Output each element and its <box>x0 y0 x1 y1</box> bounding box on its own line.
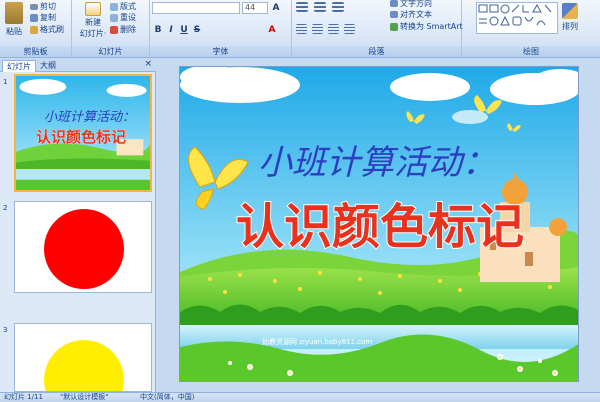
delete-slide-button[interactable]: 删除 <box>110 24 136 35</box>
close-panel-icon[interactable]: × <box>144 59 152 69</box>
justify-icon <box>344 24 355 34</box>
align-buttons[interactable] <box>296 24 355 34</box>
font-color-button[interactable]: A <box>266 24 278 36</box>
layout-label: 版式 <box>120 2 136 11</box>
bold-button[interactable]: B <box>152 24 164 36</box>
scissors-icon <box>30 3 38 10</box>
bullets-button[interactable] <box>296 2 344 12</box>
clipboard-group: 粘贴 剪切 复制 格式刷 剪贴板 <box>0 0 72 58</box>
slide-title-line1[interactable]: 小班计算活动： <box>258 135 496 184</box>
align-right-icon <box>328 24 339 34</box>
reset-label: 重设 <box>120 13 136 22</box>
align-center-icon <box>312 24 323 34</box>
copy-label: 复制 <box>40 13 56 22</box>
thumb-title1: 小班计算活动： <box>44 110 136 125</box>
reset-icon <box>110 13 118 22</box>
cut-button[interactable]: 剪切 <box>30 1 56 12</box>
arrange-label: 排列 <box>562 22 578 31</box>
new-slide-label: 新建 <box>85 18 101 27</box>
italic-button[interactable]: I <box>165 24 177 36</box>
indent-icon <box>332 2 344 12</box>
red-circle <box>44 209 124 289</box>
slide-title-line2[interactable]: 认识颜色标记 <box>235 187 525 257</box>
shapes-gallery[interactable] <box>476 2 558 34</box>
smartart-icon <box>390 22 398 31</box>
font-group: 44 A B I U S A 字体 <box>150 0 292 58</box>
layout-icon <box>110 2 118 11</box>
slides-group: 新建 幻灯片· 版式 重设 删除 幻灯片 <box>72 0 150 58</box>
delete-label: 删除 <box>120 25 136 34</box>
reset-button[interactable]: 重设 <box>110 12 136 23</box>
new-slide-label2: 幻灯片· <box>79 29 107 38</box>
text-direction-button[interactable]: 文字方向 <box>390 0 432 9</box>
text-direction-icon <box>390 0 398 7</box>
thumb-number-2: 2 <box>3 204 8 212</box>
font-name-combo[interactable] <box>152 2 240 14</box>
arrange-icon <box>562 3 578 19</box>
align-text-icon <box>390 11 398 18</box>
thumb-number-3: 3 <box>3 326 8 334</box>
drawing-group: 排列 绘图 <box>462 0 600 58</box>
watermark-text: 幼教资源网 ziyuan.baby611.com <box>262 338 373 346</box>
status-bar: 幻灯片 1/11 "默认设计模板" 中文(简体，中国) <box>0 392 600 402</box>
format-painter-button[interactable]: 格式刷 <box>30 24 64 35</box>
tab-slides[interactable]: 幻灯片 <box>2 60 36 72</box>
yellow-circle <box>44 340 124 391</box>
shapes-icon <box>478 3 552 26</box>
copy-icon <box>30 13 38 22</box>
slide-thumbnail-2[interactable] <box>14 201 152 293</box>
grow-font-button[interactable]: A <box>270 2 282 14</box>
ribbon: 粘贴 剪切 复制 格式刷 剪贴板 新建 幻灯片· 版式 重设 删除 幻灯片 44… <box>0 0 600 58</box>
align-text-label: 对齐文本 <box>400 10 432 19</box>
theme-name: "默认设计模板" <box>60 393 109 401</box>
delete-icon <box>110 25 118 34</box>
text-direction-label: 文字方向 <box>400 0 432 8</box>
smartart-button[interactable]: 转换为 SmartArt <box>390 21 463 32</box>
format-painter-label: 格式刷 <box>40 25 64 34</box>
slide-thumbnail-3[interactable] <box>14 323 152 392</box>
slide-thumbnails-panel: 幻灯片 大纲 × 1 小班计算活动： 认识颜色标记 2 3 <box>0 58 156 392</box>
align-text-button[interactable]: 对齐文本 <box>390 9 432 20</box>
paragraph-group-label: 段落 <box>292 46 461 57</box>
copy-button[interactable]: 复制 <box>30 12 56 23</box>
layout-button[interactable]: 版式 <box>110 1 136 12</box>
language: 中文(简体，中国) <box>140 393 195 401</box>
current-slide[interactable]: 小班计算活动： 认识颜色标记 幼教资源网 ziyuan.baby611.com <box>179 66 579 382</box>
panel-tabs: 幻灯片 大纲 × <box>0 58 156 72</box>
tab-outline[interactable]: 大纲 <box>36 60 60 72</box>
slide-thumbnail-1[interactable]: 小班计算活动： 认识颜色标记 <box>14 74 152 192</box>
new-slide-icon <box>85 2 101 16</box>
paste-icon <box>5 2 23 24</box>
font-size-combo[interactable]: 44 <box>242 2 268 14</box>
strikethrough-button[interactable]: S <box>191 24 203 36</box>
thumb-number-1: 1 <box>3 78 8 86</box>
slide-editor: 小班计算活动： 认识颜色标记 幼教资源网 ziyuan.baby611.com <box>157 58 600 392</box>
paragraph-group: 文字方向 对齐文本 转换为 SmartArt 段落 <box>292 0 463 58</box>
underline-button[interactable]: U <box>178 24 190 36</box>
new-slide-button[interactable]: 新建 幻灯片· <box>78 2 108 38</box>
clipboard-group-label: 剪贴板 <box>0 46 71 57</box>
font-group-label: 字体 <box>150 46 291 57</box>
arrange-button[interactable]: 排列 <box>562 3 578 32</box>
thumb-title2: 认识颜色标记 <box>36 128 127 147</box>
slides-group-label: 幻灯片 <box>72 46 149 57</box>
paste-button[interactable]: 粘贴 <box>3 2 25 37</box>
numbering-icon <box>314 2 326 12</box>
bullets-icon <box>296 2 308 12</box>
drawing-group-label: 绘图 <box>462 46 600 57</box>
paste-label: 粘贴 <box>6 27 22 36</box>
format-painter-icon <box>30 25 38 34</box>
cut-label: 剪切 <box>40 2 56 11</box>
smartart-label: 转换为 SmartArt <box>400 22 463 31</box>
slide-count: 幻灯片 1/11 <box>4 393 43 401</box>
align-left-icon <box>296 24 307 34</box>
